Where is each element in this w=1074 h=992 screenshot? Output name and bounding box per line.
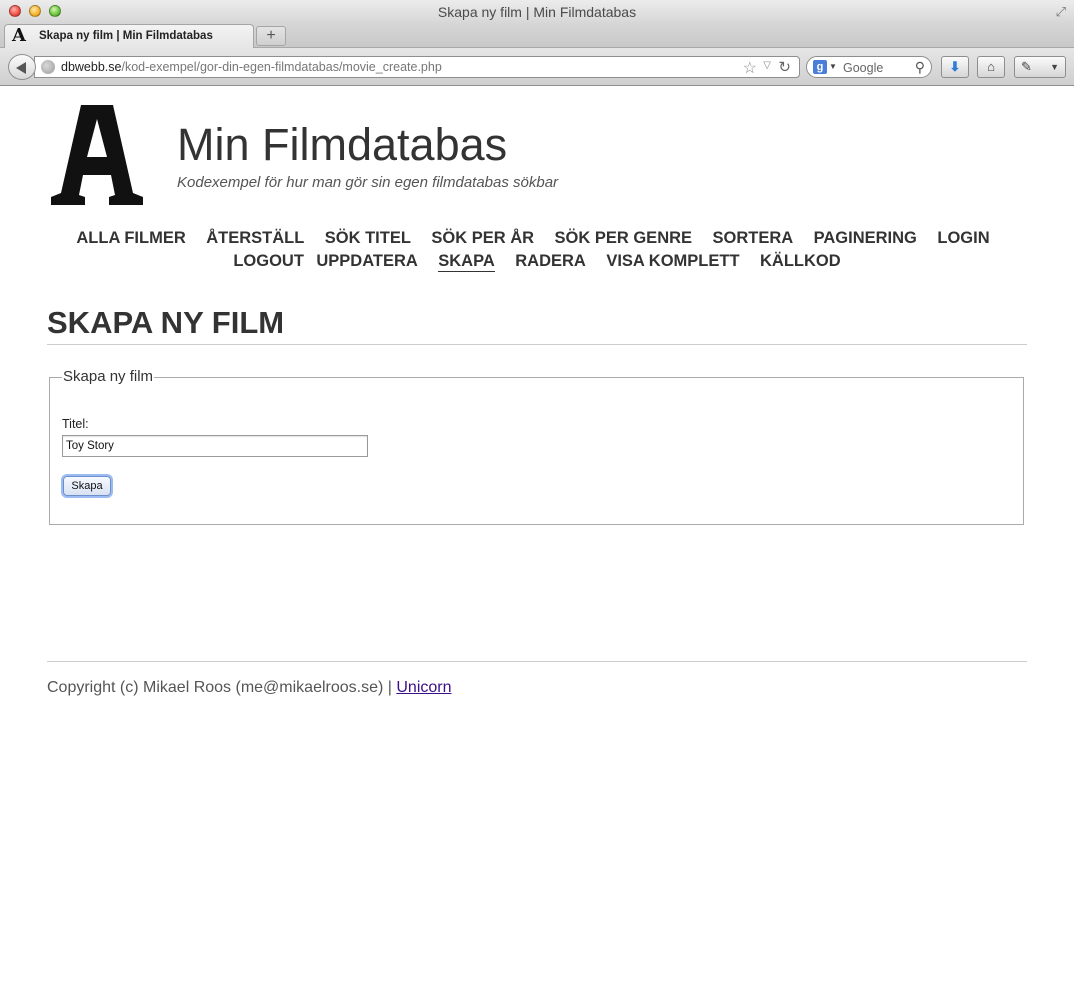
- downloads-button[interactable]: ⬇: [941, 56, 969, 78]
- nav-sortera[interactable]: SORTERA: [712, 227, 793, 249]
- page-title: SKAPA NY FILM: [47, 305, 285, 340]
- search-engine-icon[interactable]: g: [813, 60, 827, 74]
- footer-divider: [47, 661, 1027, 662]
- nav-skapa[interactable]: SKAPA: [438, 252, 495, 272]
- chevron-down-icon: ▼: [1050, 62, 1059, 72]
- home-button[interactable]: ⌂: [977, 56, 1005, 78]
- fullscreen-icon[interactable]: ⤢: [1056, 4, 1066, 20]
- nav-radera[interactable]: RADERA: [515, 250, 586, 272]
- search-placeholder: Google: [843, 61, 884, 75]
- tab-bar: A Skapa ny film | Min Filmdatabas +: [0, 24, 1074, 48]
- nav-visa-komplett[interactable]: VISA KOMPLETT: [606, 250, 739, 272]
- url-domain: dbwebb.se: [61, 60, 122, 74]
- favicon-icon: A: [12, 25, 26, 46]
- nav-logout[interactable]: LOGOUT: [233, 250, 304, 272]
- globe-icon: [41, 60, 55, 74]
- tab-label: Skapa ny film | Min Filmdatabas: [39, 30, 213, 42]
- site-slogan: Kodexempel för hur man gör sin egen film…: [177, 174, 559, 191]
- site-title: Min Filmdatabas: [177, 119, 508, 170]
- create-button[interactable]: Skapa: [63, 476, 111, 496]
- nav-sok-per-ar[interactable]: SÖK PER ÅR: [431, 227, 534, 249]
- nav-alla-filmer[interactable]: ALLA FILMER: [76, 227, 185, 249]
- main-navigation: ALLA FILMER ÅTERSTÄLL SÖK TITEL SÖK PER …: [47, 227, 1027, 273]
- nav-sok-titel[interactable]: SÖK TITEL: [325, 227, 411, 249]
- search-box[interactable]: g ▼ Google ⚲: [806, 56, 932, 78]
- new-tab-button[interactable]: +: [256, 26, 286, 46]
- footer: Copyright (c) Mikael Roos (me@mikaelroos…: [47, 679, 452, 697]
- download-icon: ⬇: [949, 59, 961, 74]
- window-title: Skapa ny film | Min Filmdatabas: [437, 4, 637, 20]
- url-path: /kod-exempel/gor-din-egen-filmdatabas/mo…: [121, 60, 442, 74]
- tab-active[interactable]: A Skapa ny film | Min Filmdatabas: [4, 24, 254, 48]
- create-movie-form: Skapa ny film Titel: Skapa: [49, 368, 1024, 525]
- eyedropper-icon: ✎: [1021, 59, 1032, 74]
- history-dropdown-icon[interactable]: ▽: [763, 60, 771, 71]
- browser-toolbar: dbwebb.se/kod-exempel/gor-din-egen-filmd…: [0, 48, 1074, 86]
- address-bar[interactable]: dbwebb.se/kod-exempel/gor-din-egen-filmd…: [34, 56, 800, 78]
- home-icon: ⌂: [987, 59, 995, 74]
- reload-icon[interactable]: ↻: [778, 58, 791, 76]
- nav-paginering[interactable]: PAGINERING: [814, 227, 917, 249]
- chevron-down-icon[interactable]: ▼: [829, 62, 837, 71]
- title-label: Titel:: [62, 417, 89, 431]
- url-text[interactable]: dbwebb.se/kod-exempel/gor-din-egen-filmd…: [61, 60, 442, 74]
- window-titlebar: Skapa ny film | Min Filmdatabas ⤢: [0, 0, 1074, 24]
- nav-login[interactable]: LOGIN: [937, 227, 989, 249]
- unicorn-link[interactable]: Unicorn: [396, 679, 451, 696]
- back-button[interactable]: [8, 54, 36, 80]
- site-logo: [51, 105, 143, 205]
- form-legend: Skapa ny film: [62, 368, 155, 385]
- title-input[interactable]: [62, 435, 368, 457]
- search-icon[interactable]: ⚲: [915, 59, 925, 76]
- bookmark-star-icon[interactable]: ☆: [743, 58, 757, 78]
- tools-button[interactable]: ✎ ▼: [1014, 56, 1066, 78]
- nav-kallkod[interactable]: KÄLLKOD: [760, 250, 841, 272]
- heading-divider: [47, 344, 1027, 345]
- nav-aterstall[interactable]: ÅTERSTÄLL: [206, 227, 304, 249]
- nav-sok-per-genre[interactable]: SÖK PER GENRE: [555, 227, 693, 249]
- copyright-text: Copyright (c) Mikael Roos (me@mikaelroos…: [47, 679, 397, 696]
- nav-uppdatera[interactable]: UPPDATERA: [316, 250, 417, 272]
